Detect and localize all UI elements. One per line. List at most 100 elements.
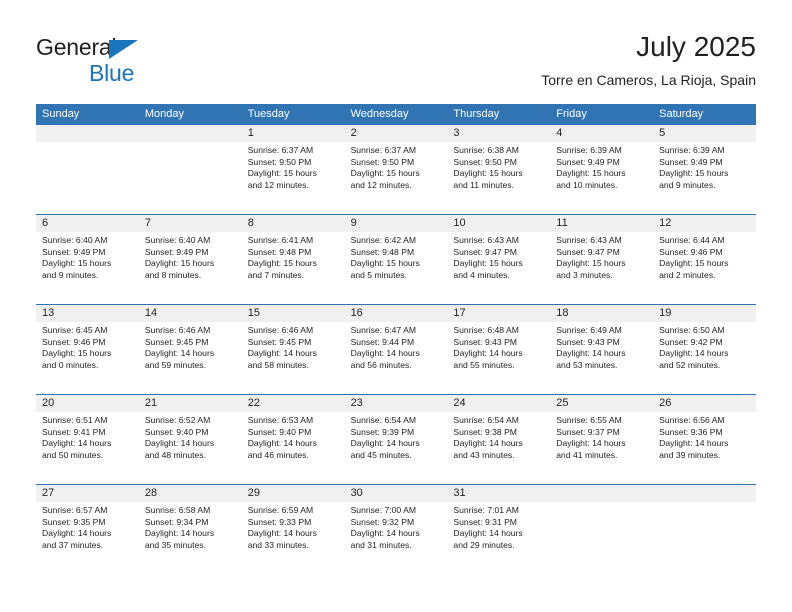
day-cell[interactable]: 18 Sunrise: 6:49 AM Sunset: 9:43 PM Dayligh… — [550, 305, 654, 394]
day-cell[interactable]: 21 Sunrise: 6:52 AM Sunset: 9:40 PM Dayligh… — [138, 395, 242, 484]
sunset-time: Sunset: 9:44 PM — [350, 336, 415, 347]
day-cell[interactable]: 28 Sunrise: 6:58 AM Sunset: 9:34 PM Dayligh… — [138, 485, 242, 574]
sunset-time: Sunset: 9:33 PM — [247, 516, 312, 527]
triangle-icon — [109, 40, 138, 59]
calendar-week-row: 1 Sunrise: 6:37 AM Sunset: 9:50 PM Daylight… — [36, 125, 756, 214]
day-details: Sunrise: 6:51 AM Sunset: 9:41 PM Daylight:… — [36, 412, 139, 461]
daylight-line-2: and 50 minutes. — [42, 449, 104, 460]
daylight-line-1: Daylight: 15 hours — [556, 258, 626, 269]
day-cell[interactable]: 2 Sunrise: 6:37 AM Sunset: 9:50 PM Daylight… — [344, 125, 448, 214]
day-cell[interactable]: 17 Sunrise: 6:48 AM Sunset: 9:43 PM Dayligh… — [447, 305, 551, 394]
day-number: 30 — [344, 485, 448, 502]
page-header: General Blue July 2025 Torre en Cameros,… — [0, 0, 792, 100]
day-cell[interactable]: 14 Sunrise: 6:46 AM Sunset: 9:45 PM Dayligh… — [138, 305, 242, 394]
sunset-time: Sunset: 9:43 PM — [556, 336, 620, 347]
day-cell[interactable]: 26 Sunrise: 6:56 AM Sunset: 9:36 PM Dayligh… — [653, 395, 756, 484]
day-cell-empty — [550, 485, 654, 574]
calendar-week-row: 13 Sunrise: 6:45 AM Sunset: 9:46 PM Dayligh… — [36, 304, 756, 394]
day-number: 29 — [241, 485, 345, 502]
day-details: Sunrise: 6:45 AM Sunset: 9:46 PM Daylight:… — [36, 322, 139, 371]
sunrise-time: Sunrise: 6:59 AM — [247, 505, 314, 515]
day-cell[interactable]: 29 Sunrise: 6:59 AM Sunset: 9:33 PM Dayligh… — [241, 485, 345, 574]
sunset-time: Sunset: 9:48 PM — [350, 246, 415, 257]
day-cell[interactable]: 9 Sunrise: 6:42 AM Sunset: 9:48 PM Daylight… — [344, 215, 448, 304]
day-number: 28 — [138, 485, 242, 502]
daylight-line-2: and 2 minutes. — [659, 269, 716, 280]
day-cell-empty — [653, 485, 756, 574]
day-cell[interactable]: 6 Sunrise: 6:40 AM Sunset: 9:49 PM Daylight… — [36, 215, 139, 304]
day-cell[interactable]: 30 Sunrise: 7:00 AM Sunset: 9:32 PM Dayligh… — [344, 485, 448, 574]
daylight-line-1: Daylight: 14 hours — [350, 348, 420, 359]
day-cell[interactable]: 27 Sunrise: 6:57 AM Sunset: 9:35 PM Dayligh… — [36, 485, 139, 574]
day-cell[interactable]: 20 Sunrise: 6:51 AM Sunset: 9:41 PM Dayligh… — [36, 395, 139, 484]
daylight-line-2: and 10 minutes. — [556, 179, 618, 190]
day-number: 12 — [653, 215, 756, 232]
day-details: Sunrise: 7:01 AM Sunset: 9:31 PM Daylight:… — [447, 502, 550, 551]
day-cell[interactable]: 10 Sunrise: 6:43 AM Sunset: 9:47 PM Dayligh… — [447, 215, 551, 304]
sunrise-time: Sunrise: 6:57 AM — [42, 505, 108, 515]
day-details: Sunrise: 6:38 AM Sunset: 9:50 PM Daylight:… — [447, 142, 550, 191]
day-cell[interactable]: 19 Sunrise: 6:50 AM Sunset: 9:42 PM Dayligh… — [653, 305, 756, 394]
day-cell[interactable]: 7 Sunrise: 6:40 AM Sunset: 9:49 PM Daylight… — [138, 215, 242, 304]
day-cell[interactable]: 8 Sunrise: 6:41 AM Sunset: 9:48 PM Daylight… — [241, 215, 345, 304]
daylight-line-2: and 5 minutes. — [350, 269, 407, 280]
day-cell[interactable]: 1 Sunrise: 6:37 AM Sunset: 9:50 PM Daylight… — [241, 125, 345, 214]
daylight-line-2: and 8 minutes. — [144, 269, 202, 280]
day-cell[interactable]: 12 Sunrise: 6:44 AM Sunset: 9:46 PM Dayligh… — [653, 215, 756, 304]
day-cell[interactable]: 23 Sunrise: 6:54 AM Sunset: 9:39 PM Dayligh… — [344, 395, 448, 484]
day-cell[interactable]: 15 Sunrise: 6:46 AM Sunset: 9:45 PM Dayligh… — [241, 305, 345, 394]
day-cell[interactable]: 16 Sunrise: 6:47 AM Sunset: 9:44 PM Dayligh… — [344, 305, 448, 394]
sunrise-time: Sunrise: 6:38 AM — [453, 145, 519, 155]
daylight-line-1: Daylight: 15 hours — [144, 258, 215, 269]
sunrise-time: Sunrise: 6:55 AM — [556, 415, 622, 425]
day-details: Sunrise: 6:40 AM Sunset: 9:49 PM Daylight:… — [139, 232, 242, 281]
sunrise-time: Sunrise: 6:48 AM — [453, 325, 519, 335]
sunset-time: Sunset: 9:40 PM — [144, 426, 209, 437]
day-cell[interactable]: 5 Sunrise: 6:39 AM Sunset: 9:49 PM Daylight… — [653, 125, 756, 214]
day-number: 11 — [550, 215, 654, 232]
day-cell[interactable]: 31 Sunrise: 7:01 AM Sunset: 9:31 PM Dayligh… — [447, 485, 551, 574]
daylight-line-1: Daylight: 14 hours — [144, 348, 215, 359]
day-cell[interactable]: 4 Sunrise: 6:39 AM Sunset: 9:49 PM Daylight… — [550, 125, 654, 214]
daylight-line-1: Daylight: 14 hours — [453, 348, 523, 359]
daylight-line-1: Daylight: 14 hours — [556, 348, 626, 359]
daylight-line-2: and 29 minutes. — [453, 539, 515, 550]
daylight-line-2: and 53 minutes. — [556, 359, 618, 370]
daylight-line-1: Daylight: 14 hours — [350, 528, 420, 539]
weekday-header-row: Sunday Monday Tuesday Wednesday Thursday Frid… — [36, 104, 756, 125]
day-details: Sunrise: 6:41 AM Sunset: 9:48 PM Daylight:… — [242, 232, 345, 281]
day-details: Sunrise: 6:39 AM Sunset: 9:49 PM Daylight:… — [653, 142, 756, 191]
day-details: Sunrise: 6:39 AM Sunset: 9:49 PM Daylight:… — [550, 142, 653, 191]
daylight-line-1: Daylight: 15 hours — [659, 258, 729, 269]
day-details: Sunrise: 6:42 AM Sunset: 9:48 PM Daylight:… — [345, 232, 448, 281]
sunset-time: Sunset: 9:49 PM — [144, 246, 209, 257]
daylight-line-2: and 12 minutes. — [350, 179, 412, 190]
daylight-line-2: and 33 minutes. — [247, 539, 309, 550]
sunset-time: Sunset: 9:36 PM — [659, 426, 723, 437]
day-cell[interactable]: 25 Sunrise: 6:55 AM Sunset: 9:37 PM Dayligh… — [550, 395, 654, 484]
day-cell[interactable]: 24 Sunrise: 6:54 AM Sunset: 9:38 PM Dayligh… — [447, 395, 551, 484]
daylight-line-1: Daylight: 14 hours — [247, 528, 317, 539]
sunrise-time: Sunrise: 6:54 AM — [350, 415, 417, 425]
day-number: 27 — [36, 485, 139, 502]
sunrise-time: Sunrise: 6:44 AM — [659, 235, 725, 245]
weekday-header-sunday: Sunday — [42, 108, 80, 120]
day-cell[interactable]: 3 Sunrise: 6:38 AM Sunset: 9:50 PM Daylight… — [447, 125, 551, 214]
day-number: 25 — [550, 395, 654, 412]
day-details: Sunrise: 6:50 AM Sunset: 9:42 PM Daylight:… — [653, 322, 756, 371]
sunrise-time: Sunrise: 6:39 AM — [556, 145, 622, 155]
sunrise-time: Sunrise: 6:37 AM — [350, 145, 417, 155]
day-cell[interactable]: 13 Sunrise: 6:45 AM Sunset: 9:46 PM Dayligh… — [36, 305, 139, 394]
day-details: Sunrise: 6:59 AM Sunset: 9:33 PM Daylight:… — [242, 502, 345, 551]
sunset-time: Sunset: 9:32 PM — [350, 516, 415, 527]
sunrise-time: Sunrise: 7:00 AM — [350, 505, 417, 515]
day-cell[interactable]: 11 Sunrise: 6:43 AM Sunset: 9:47 PM Dayligh… — [550, 215, 654, 304]
day-number: 2 — [344, 125, 448, 142]
day-number: 22 — [241, 395, 345, 412]
general-blue-logo[interactable]: General Blue — [36, 36, 256, 90]
daylight-line-2: and 58 minutes. — [247, 359, 309, 370]
day-details: Sunrise: 6:46 AM Sunset: 9:45 PM Daylight:… — [242, 322, 345, 371]
sunrise-time: Sunrise: 6:43 AM — [556, 235, 622, 245]
day-cell[interactable]: 22 Sunrise: 6:53 AM Sunset: 9:40 PM Dayligh… — [241, 395, 345, 484]
weekday-header-tuesday: Tuesday — [247, 108, 290, 120]
